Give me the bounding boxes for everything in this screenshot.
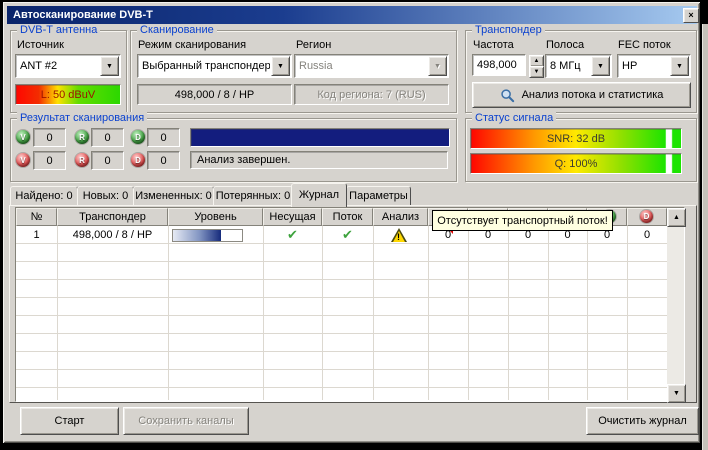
source-combobox[interactable]: ANT #2 ▼ (15, 54, 121, 78)
row-level-meter (172, 229, 243, 242)
column-header-transponder[interactable]: Транспондер (57, 208, 168, 226)
magnifier-icon (500, 88, 515, 103)
chevron-down-icon[interactable]: ▼ (271, 56, 290, 76)
scrollbar-up-icon[interactable]: ▲ (667, 208, 686, 227)
table-empty-rows (16, 244, 667, 400)
save-channels-button: Сохранить каналы (123, 407, 249, 435)
bandwidth-combobox[interactable]: 8 МГц ▼ (545, 54, 612, 78)
transponder-display: 498,000 / 8 / HP (137, 84, 292, 105)
region-combobox-disabled: Russia ▼ (294, 54, 449, 78)
scan-mode-label: Режим сканирования (138, 39, 246, 52)
row-level-fill (173, 230, 221, 241)
antenna-level-text: L: 50 dBuV (41, 89, 95, 101)
region-value: Russia (295, 57, 427, 75)
fec-combobox[interactable]: HP ▼ (617, 54, 691, 78)
tab-journal[interactable]: Журнал (291, 183, 347, 208)
bandwidth-label: Полоса (546, 39, 584, 52)
antenna-level-meter: L: 50 dBuV (15, 84, 121, 105)
tab-parameters[interactable]: Параметры (346, 186, 411, 207)
scrollbar-down-icon[interactable]: ▼ (667, 384, 686, 403)
signal-group-title: Статус сигнала (472, 112, 556, 125)
snr-bar: SNR: 32 dB (470, 128, 682, 149)
row-num: 1 (16, 226, 57, 244)
v-found-count: 0 (33, 128, 66, 147)
fec-label: FEC поток (618, 39, 671, 52)
carrier-check-icon: ✔ (263, 226, 322, 244)
stream-check-icon: ✔ (322, 226, 373, 244)
window-title: Автосканирование DVB-T (13, 8, 153, 22)
tab-lost[interactable]: Потерянных: 0 (213, 186, 293, 207)
tab-changed[interactable]: Измененных: 0 (133, 186, 214, 207)
v-red-icon: V (16, 153, 30, 167)
start-button[interactable]: Старт (20, 407, 119, 435)
v-lost-count: 0 (33, 151, 66, 170)
source-combobox-value: ANT #2 (16, 57, 99, 75)
antenna-group-title: DVB-T антенна (17, 24, 100, 37)
d-lost-count: 0 (147, 151, 180, 170)
scan-progress-bar (190, 128, 450, 147)
v-green-icon: V (16, 130, 30, 144)
source-label: Источник (17, 39, 64, 52)
chevron-down-icon[interactable]: ▼ (591, 56, 610, 76)
header-red-d-icon: D (640, 210, 653, 223)
r-green-icon: R (75, 130, 89, 144)
scan-status-text: Анализ завершен. (190, 151, 448, 169)
clear-journal-button[interactable]: Очистить журнал (586, 407, 699, 435)
row-count-6: 0 (627, 226, 667, 244)
table-scrollbar[interactable] (667, 208, 684, 401)
d-found-count: 0 (147, 128, 180, 147)
tab-new[interactable]: Новых: 0 (77, 186, 134, 207)
frequency-spin-down-icon[interactable]: ▼ (529, 66, 544, 78)
tab-found[interactable]: Найдено: 0 (10, 186, 78, 207)
chevron-down-icon: ▼ (428, 56, 447, 76)
column-header-carrier[interactable]: Несущая (263, 208, 322, 226)
scan-mode-combobox[interactable]: Выбранный транспондер ▼ (137, 54, 292, 78)
region-code-display: Код региона: 7 (RUS) (294, 84, 449, 105)
column-header-analysis[interactable]: Анализ (373, 208, 428, 226)
tooltip: Отсутствует транспортный поток! (432, 210, 613, 231)
transponder-group-title: Транспондер (472, 24, 545, 37)
column-header-stream[interactable]: Поток (322, 208, 373, 226)
column-header-level[interactable]: Уровень (168, 208, 263, 226)
r-found-count: 0 (91, 128, 124, 147)
chevron-down-icon[interactable]: ▼ (670, 56, 689, 76)
chevron-down-icon[interactable]: ▼ (100, 56, 119, 76)
frequency-input[interactable]: 498,000 (472, 54, 526, 76)
quality-bar: Q: 100% (470, 153, 682, 174)
scan-mode-value: Выбранный транспондер (138, 57, 270, 75)
fec-value: HP (618, 57, 669, 75)
column-header-num[interactable]: № (16, 208, 57, 226)
r-red-icon: R (75, 153, 89, 167)
result-group-title: Результат сканирования (17, 112, 147, 125)
d-green-icon: D (131, 130, 145, 144)
analyze-stream-button[interactable]: Анализ потока и статистика (472, 82, 691, 108)
frequency-label: Частота (473, 39, 514, 52)
analyze-stream-label: Анализ потока и статистика (522, 89, 664, 101)
bandwidth-value: 8 МГц (546, 57, 590, 75)
region-label: Регион (296, 39, 331, 52)
warning-icon: ! (391, 228, 407, 242)
screen: Автосканирование DVB-T × DVB-T антенна И… (0, 0, 708, 450)
r-lost-count: 0 (91, 151, 124, 170)
d-red-icon: D (131, 153, 145, 167)
background-window-sliver (702, 24, 708, 450)
scan-group-title: Сканирование (137, 24, 217, 37)
row-transponder: 498,000 / 8 / HP (57, 226, 168, 244)
close-button[interactable]: × (683, 8, 699, 23)
warning-exclamation: ! (397, 232, 400, 242)
